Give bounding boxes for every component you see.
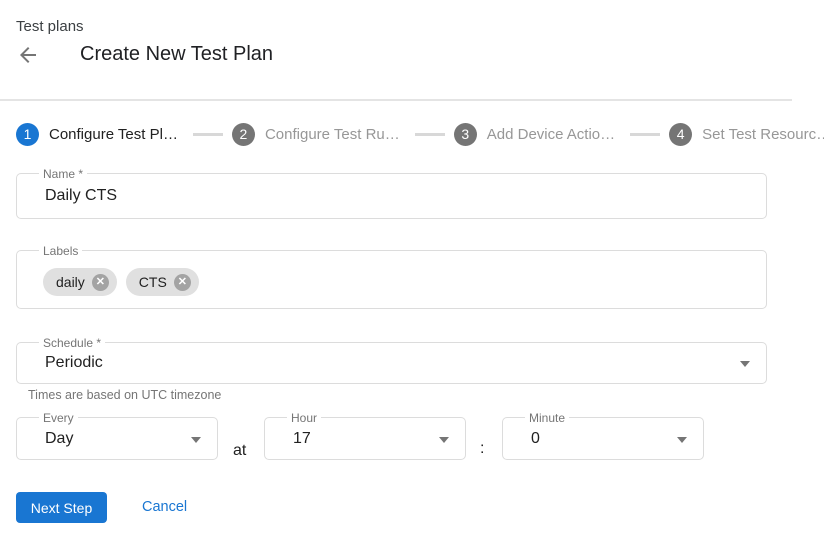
chip-label: daily: [56, 274, 85, 290]
hour-select-label: Hour: [287, 410, 321, 426]
page-title: Create New Test Plan: [80, 43, 273, 66]
schedule-select-value: Periodic: [45, 354, 103, 372]
dropdown-arrow-icon: [191, 437, 201, 443]
next-step-button[interactable]: Next Step: [16, 492, 107, 523]
every-select-label: Every: [39, 410, 78, 426]
chip-remove-icon[interactable]: ✕: [92, 274, 109, 291]
header-divider: [0, 99, 792, 101]
chip-label: CTS: [139, 274, 167, 290]
hour-select[interactable]: Hour 17: [264, 417, 466, 460]
step-connector: [415, 133, 445, 136]
cancel-button[interactable]: Cancel: [142, 499, 187, 515]
step-label: Set Test Resourc…: [702, 126, 824, 143]
arrow-back-icon: [16, 43, 40, 67]
name-field-label: Name *: [39, 166, 87, 182]
step-connector: [630, 133, 660, 136]
step-number-badge: 1: [16, 123, 39, 146]
step-configure-test-plan[interactable]: 1 Configure Test Pl…: [16, 123, 178, 146]
schedule-helper-text: Times are based on UTC timezone: [28, 388, 221, 402]
step-add-device-actions[interactable]: 3 Add Device Actio…: [454, 123, 615, 146]
dropdown-arrow-icon: [740, 361, 750, 367]
minute-select-label: Minute: [525, 410, 569, 426]
step-set-test-resources[interactable]: 4 Set Test Resourc…: [669, 123, 824, 146]
labels-field-label: Labels: [39, 243, 82, 259]
at-separator-text: at: [233, 442, 246, 460]
name-field[interactable]: Name * Daily CTS: [16, 173, 767, 219]
labels-field[interactable]: Labels daily ✕ CTS ✕: [16, 250, 767, 309]
step-connector: [193, 133, 223, 136]
step-configure-test-run[interactable]: 2 Configure Test Ru…: [232, 123, 400, 146]
minute-select-value: 0: [531, 430, 540, 448]
chip-cts[interactable]: CTS ✕: [126, 268, 199, 296]
step-label: Add Device Actio…: [487, 126, 615, 143]
schedule-select-label: Schedule *: [39, 335, 105, 351]
breadcrumb: Test plans: [16, 18, 84, 35]
colon-separator-text: :: [480, 440, 484, 458]
every-select[interactable]: Every Day: [16, 417, 218, 460]
stepper: 1 Configure Test Pl… 2 Configure Test Ru…: [16, 112, 824, 156]
schedule-select[interactable]: Schedule * Periodic: [16, 342, 767, 384]
chip-remove-icon[interactable]: ✕: [174, 274, 191, 291]
name-field-value[interactable]: Daily CTS: [45, 187, 117, 205]
chip-daily[interactable]: daily ✕: [43, 268, 117, 296]
label-chips: daily ✕ CTS ✕: [43, 268, 199, 296]
step-label: Configure Test Ru…: [265, 126, 400, 143]
every-select-value: Day: [45, 430, 73, 448]
create-test-plan-page: Test plans Create New Test Plan 1 Config…: [0, 0, 824, 554]
step-number-badge: 3: [454, 123, 477, 146]
back-button[interactable]: [16, 43, 40, 67]
dropdown-arrow-icon: [439, 437, 449, 443]
minute-select[interactable]: Minute 0: [502, 417, 704, 460]
step-number-badge: 2: [232, 123, 255, 146]
step-label: Configure Test Pl…: [49, 126, 178, 143]
step-number-badge: 4: [669, 123, 692, 146]
hour-select-value: 17: [293, 430, 311, 448]
dropdown-arrow-icon: [677, 437, 687, 443]
